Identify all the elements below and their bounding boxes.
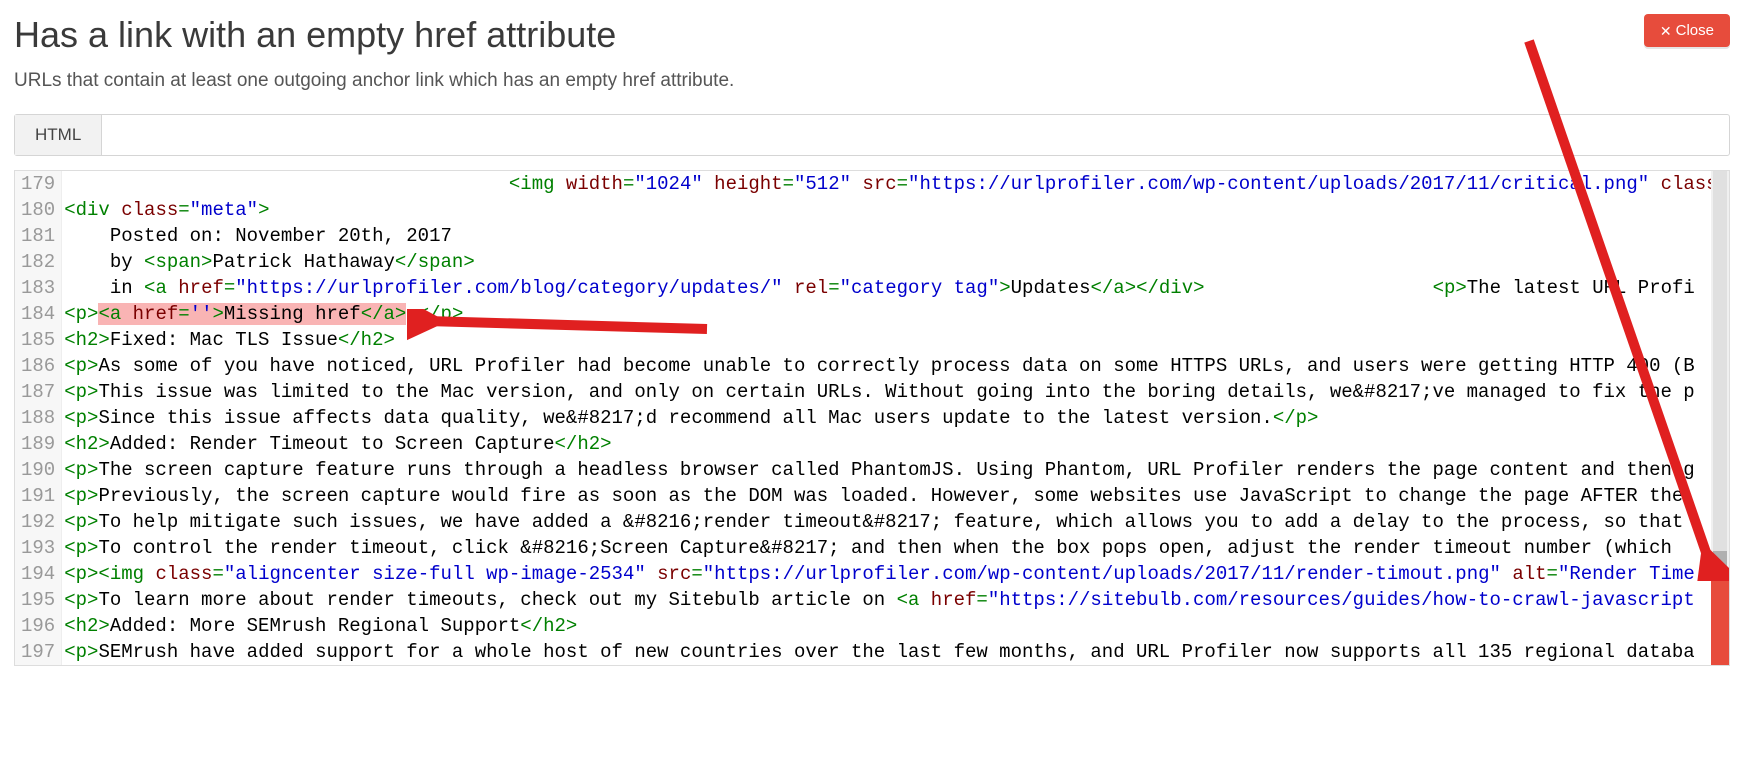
line-number: 186 [21,353,55,379]
line-number: 180 [21,197,55,223]
code-line[interactable]: <div class="meta"> [62,197,1729,223]
code-line[interactable]: <h2>Added: More SEMrush Regional Support… [62,613,1729,639]
code-line[interactable]: <p>The screen capture feature runs throu… [62,457,1729,483]
line-number: 182 [21,249,55,275]
scrollbar-track [1713,171,1727,551]
line-number: 197 [21,639,55,665]
code-line[interactable]: <p><a href=''>Missing href</a>.</p> [62,301,1729,327]
line-number: 189 [21,431,55,457]
close-icon: ✕ [1660,24,1672,38]
code-line[interactable]: <p>Previously, the screen capture would … [62,483,1729,509]
line-number: 193 [21,535,55,561]
scrollbar-thumb[interactable] [1713,551,1727,575]
line-number: 187 [21,379,55,405]
code-line[interactable]: Posted on: November 20th, 2017 [62,223,1729,249]
code-line[interactable]: by <span>Patrick Hathaway</span> [62,249,1729,275]
close-label: Close [1676,22,1714,39]
code-line[interactable]: <p><img class="aligncenter size-full wp-… [62,561,1729,587]
line-number: 184 [21,301,55,327]
line-number: 185 [21,327,55,353]
tab-html[interactable]: HTML [15,115,102,155]
description: URLs that contain at least one outgoing … [14,70,1730,92]
line-number: 188 [21,405,55,431]
line-number: 194 [21,561,55,587]
code-line[interactable]: <p>To control the render timeout, click … [62,535,1729,561]
code-line[interactable]: <p>As some of you have noticed, URL Prof… [62,353,1729,379]
code-line[interactable]: <h2>Fixed: Mac TLS Issue</h2> [62,327,1729,353]
page-title: Has a link with an empty href attribute [14,14,616,56]
scrollbar-error-region[interactable] [1711,575,1729,665]
code-line[interactable]: <h2>Added: Render Timeout to Screen Capt… [62,431,1729,457]
line-number: 179 [21,171,55,197]
code-lines[interactable]: <img width="1024" height="512" src="http… [62,171,1729,665]
code-line[interactable]: <p>Since this issue affects data quality… [62,405,1729,431]
tab-bar: HTML [14,114,1730,156]
line-number: 195 [21,587,55,613]
code-line[interactable]: <p>This issue was limited to the Mac ver… [62,379,1729,405]
code-line[interactable]: <p>To learn more about render timeouts, … [62,587,1729,613]
line-number: 183 [21,275,55,301]
close-button[interactable]: ✕ Close [1644,14,1730,47]
code-line[interactable]: <img width="1024" height="512" src="http… [62,171,1729,197]
code-line[interactable]: in <a href="https://urlprofiler.com/blog… [62,275,1729,301]
code-line[interactable]: <p>SEMrush have added support for a whol… [62,639,1729,665]
code-line[interactable]: <p>To help mitigate such issues, we have… [62,509,1729,535]
vertical-scrollbar[interactable] [1711,171,1729,665]
line-number: 190 [21,457,55,483]
line-number: 192 [21,509,55,535]
line-gutter: 1791801811821831841851861871881891901911… [15,171,62,665]
line-number: 196 [21,613,55,639]
line-number: 181 [21,223,55,249]
line-number: 191 [21,483,55,509]
code-viewer: 1791801811821831841851861871881891901911… [14,170,1730,666]
